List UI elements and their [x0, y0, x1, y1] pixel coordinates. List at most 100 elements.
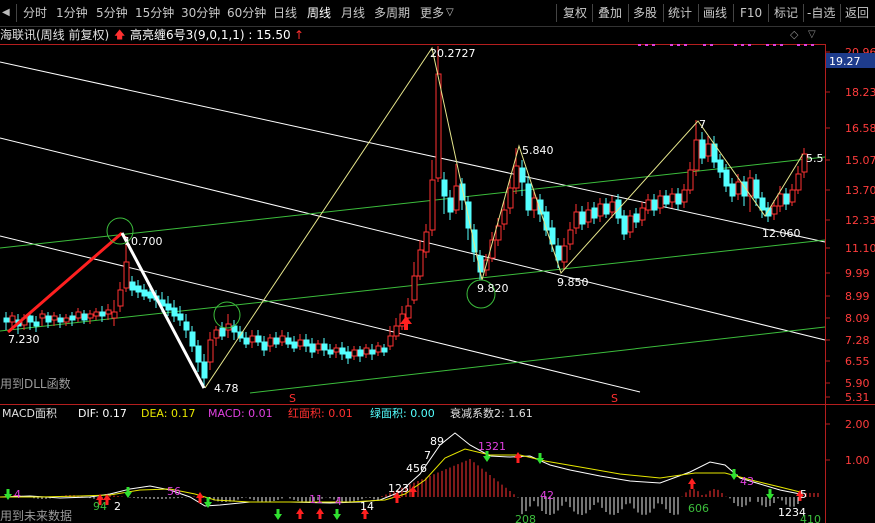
- candle-body: [351, 349, 358, 357]
- tab-monthly[interactable]: 月线: [341, 3, 365, 23]
- candle-body: [309, 343, 316, 353]
- tab-weekly[interactable]: 周线: [307, 3, 331, 23]
- price-axis-label: 18.23: [845, 86, 875, 99]
- candle-body: [39, 313, 46, 319]
- candle-body: [387, 335, 394, 347]
- candle-body: [297, 339, 304, 347]
- f10-button[interactable]: F10: [740, 3, 762, 23]
- divider: [768, 4, 769, 22]
- candle-body: [207, 339, 214, 363]
- peak-label: 9.850: [557, 276, 589, 289]
- candle-body: [345, 351, 352, 359]
- candle-body: [315, 343, 322, 351]
- area-value: 5: [800, 488, 807, 501]
- down-arrow-icon: [274, 509, 282, 520]
- candle-body: [525, 183, 532, 211]
- price-axis-label: 7.28: [845, 334, 870, 347]
- peak-label: 12.060: [762, 227, 801, 240]
- candle-body: [375, 345, 382, 353]
- divider: [840, 4, 841, 22]
- restore-rights-button[interactable]: 复权: [563, 3, 587, 23]
- indicator-axis-label: 2.00: [845, 418, 870, 431]
- candle-body: [735, 181, 742, 195]
- down-arrow-icon: [333, 509, 341, 520]
- peak-label: 5.5: [806, 152, 824, 165]
- tab-1min[interactable]: 1分钟: [56, 3, 88, 23]
- peak-label: 5.840: [522, 144, 554, 157]
- candle-body: [567, 229, 574, 245]
- draw-line-button[interactable]: 画线: [703, 3, 727, 23]
- candle-body: [249, 335, 256, 343]
- candle-body: [75, 311, 82, 319]
- tab-daily[interactable]: 日线: [273, 3, 297, 23]
- statistics-button[interactable]: 统计: [668, 3, 692, 23]
- candle-body: [291, 341, 298, 349]
- candle-body: [177, 313, 184, 321]
- candle-body: [675, 193, 682, 205]
- candle-body: [27, 315, 34, 323]
- candle-body: [189, 331, 196, 347]
- gear-icon[interactable]: ◇: [790, 26, 798, 44]
- kline-chart[interactable]: 20.9618.2316.5815.0713.7012.3311.109.998…: [0, 44, 875, 523]
- tab-more[interactable]: 更多: [420, 3, 444, 23]
- candle-body: [573, 211, 580, 229]
- green-area-value: 绿面积: 0.00: [370, 406, 435, 420]
- candle-body: [561, 245, 568, 263]
- down-arrow-icon: [4, 489, 12, 500]
- candle-body: [33, 321, 40, 327]
- tab-30min[interactable]: 30分钟: [181, 3, 220, 23]
- price-axis-label: 11.10: [845, 242, 875, 255]
- trend-channels: [0, 61, 826, 394]
- candle-body: [333, 347, 340, 353]
- peak-labels: 20.2727 5.840 10.700 9.820 9.850 12.060 …: [8, 47, 824, 395]
- stock-name: 海联讯(周线 前复权): [0, 28, 110, 42]
- candle-body: [57, 317, 64, 323]
- area-value: 11: [309, 493, 323, 506]
- candle-body: [531, 197, 538, 211]
- add-watchlist-button[interactable]: -自选: [807, 3, 835, 23]
- tab-5min[interactable]: 5分钟: [96, 3, 128, 23]
- area-value: 456: [406, 462, 427, 475]
- sell-marker: S: [289, 392, 296, 405]
- indicator-name: MACD面积: [2, 407, 57, 420]
- indicator-header: MACD面积 DIF: 0.17 DEA: 0.17 MACD: 0.01 红面…: [2, 406, 533, 420]
- chevron-down-icon[interactable]: ▽: [446, 3, 454, 23]
- candle-body: [213, 329, 220, 339]
- candle-body: [771, 205, 778, 215]
- price-axis-label: 8.09: [845, 312, 870, 325]
- candle-body: [171, 307, 178, 317]
- tab-intraday[interactable]: 分时: [23, 3, 47, 23]
- candle-body: [651, 199, 658, 211]
- candle-body: [441, 179, 448, 197]
- candlesticks: [3, 46, 808, 388]
- tab-15min[interactable]: 15分钟: [135, 3, 174, 23]
- candle-body: [795, 173, 802, 191]
- candle-body: [51, 315, 58, 321]
- up-arrow-icon: [296, 508, 304, 519]
- candle-body: [597, 203, 604, 217]
- candle-body: [579, 211, 586, 225]
- down-arrow-icon: [766, 489, 774, 500]
- candle-body: [627, 215, 634, 233]
- candle-body: [339, 347, 346, 355]
- area-value: 14: [360, 500, 374, 513]
- peak-label: 9.820: [477, 282, 509, 295]
- area-value: 1321: [478, 440, 506, 453]
- candle-body: [225, 323, 232, 331]
- candle-body: [141, 289, 148, 297]
- chevron-down-icon[interactable]: ▽: [808, 26, 816, 44]
- sell-marker: S: [611, 392, 618, 405]
- back-button[interactable]: 返回: [845, 3, 869, 23]
- scroll-left-icon[interactable]: ◀: [2, 3, 10, 23]
- tab-60min[interactable]: 60分钟: [227, 3, 266, 23]
- candle-body: [93, 311, 100, 317]
- candle-body: [717, 159, 724, 173]
- tab-multi-period[interactable]: 多周期: [374, 3, 410, 23]
- multi-stock-button[interactable]: 多股: [633, 3, 657, 23]
- overlay-button[interactable]: 叠加: [598, 3, 622, 23]
- mark-button[interactable]: 标记: [774, 3, 798, 23]
- candle-body: [105, 309, 112, 315]
- green-channel-line: [249, 326, 826, 394]
- candle-body: [87, 313, 94, 319]
- candle-body: [633, 213, 640, 223]
